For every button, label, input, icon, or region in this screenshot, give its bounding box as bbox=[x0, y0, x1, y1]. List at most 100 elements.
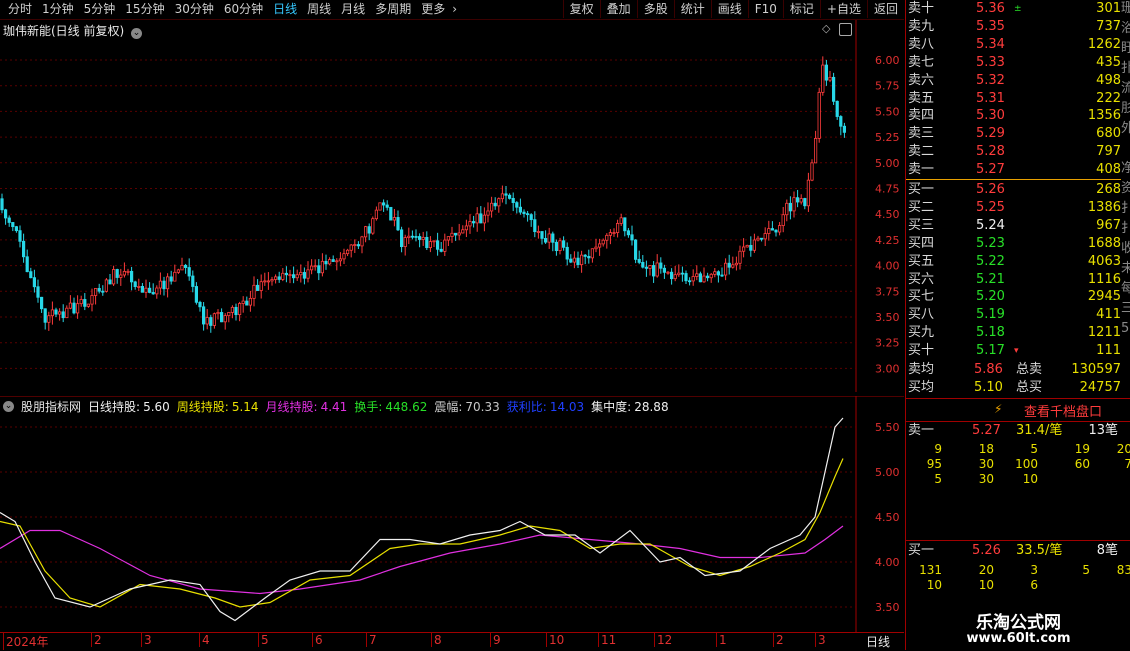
candle-body bbox=[580, 254, 584, 266]
toolbar-button[interactable]: 统计 bbox=[673, 0, 711, 18]
candle-body bbox=[453, 232, 458, 236]
candle-body bbox=[594, 246, 598, 250]
toolbar-button[interactable]: 复权 bbox=[562, 0, 600, 18]
qiandang-bar[interactable]: ⚡ 查看千档盘口 bbox=[906, 398, 1130, 422]
candle-body bbox=[137, 286, 141, 288]
candle-body bbox=[814, 138, 818, 164]
ask-row[interactable]: 卖一 5.27 408 bbox=[906, 161, 1121, 179]
candle-body bbox=[457, 232, 461, 236]
ask-row[interactable]: 卖五 5.31 222 bbox=[906, 90, 1121, 108]
candle-body bbox=[40, 296, 44, 310]
period-tab[interactable]: 更多 bbox=[416, 1, 450, 18]
bid-row[interactable]: 买一 5.26 268 bbox=[906, 181, 1121, 199]
period-selector: 分时 1分钟 5分钟 15分钟 30分钟 60分钟 日线 周线 月线 多周期 更多 › bbox=[3, 1, 459, 18]
ask-row[interactable]: 卖四 5.30 1356 bbox=[906, 107, 1121, 125]
diamond-icon[interactable]: ◇ bbox=[822, 22, 830, 35]
bid-price: 5.25 bbox=[976, 199, 1005, 215]
candle-body bbox=[504, 193, 508, 196]
bid-price: 5.24 bbox=[976, 217, 1005, 233]
period-tab[interactable]: 1分钟 bbox=[37, 1, 79, 18]
order-book-divider bbox=[906, 179, 1121, 180]
toolbar-button[interactable]: 多股 bbox=[636, 0, 674, 18]
bid-row[interactable]: 买八 5.19 411 bbox=[906, 306, 1121, 324]
bid-row[interactable]: 买十 5.17 ▾ 111 bbox=[906, 342, 1121, 360]
bid-volume: 1211 bbox=[1087, 325, 1121, 341]
ask-row[interactable]: 卖七 5.33 435 bbox=[906, 54, 1121, 72]
candle-body bbox=[259, 281, 263, 291]
period-tab[interactable]: 5分钟 bbox=[79, 1, 121, 18]
candle-body bbox=[691, 276, 695, 282]
side-text-column: 珊浴盱扑流肜外净资扌扌收未每三 5 bbox=[1121, 0, 1130, 380]
bid-row[interactable]: 买六 5.21 1116 bbox=[906, 271, 1121, 289]
candle-body bbox=[785, 202, 789, 216]
candle-body bbox=[335, 260, 339, 263]
bid-row[interactable]: 买四 5.23 1688 bbox=[906, 235, 1121, 253]
date-tick-label: 11 bbox=[598, 633, 616, 647]
candle-body bbox=[774, 229, 778, 233]
toolbar-button[interactable]: 画线 bbox=[710, 0, 748, 18]
total-volume: 24757 bbox=[1079, 380, 1121, 395]
date-tick-label: 12 bbox=[654, 633, 672, 647]
period-tab[interactable]: 日线 bbox=[268, 1, 302, 18]
bid-row[interactable]: 买九 5.18 1211 bbox=[906, 324, 1121, 342]
candle-body bbox=[799, 198, 803, 203]
bid-row[interactable]: 买五 5.22 4063 bbox=[906, 253, 1121, 271]
toolbar-button[interactable]: 标记 bbox=[782, 0, 820, 18]
legend-value: 28.88 bbox=[634, 399, 669, 414]
ask-row[interactable]: 卖六 5.32 498 bbox=[906, 72, 1121, 90]
chevron-down-icon[interactable]: ⌄ bbox=[3, 400, 14, 412]
toolbar-button[interactable]: +自选 bbox=[819, 0, 867, 18]
candle-body bbox=[536, 231, 541, 233]
toolbar-button[interactable]: 叠加 bbox=[599, 0, 637, 18]
bid-volume: 1688 bbox=[1087, 235, 1121, 251]
candle-body bbox=[576, 257, 580, 266]
ask-price: 5.33 bbox=[976, 54, 1005, 70]
bid-row[interactable]: 买三 5.24 967 bbox=[906, 217, 1121, 235]
window-icon[interactable] bbox=[839, 23, 852, 36]
ask-row[interactable]: 卖八 5.34 1262 bbox=[906, 36, 1121, 54]
toolbar-button[interactable]: F10 bbox=[747, 0, 783, 18]
qiandang-sell-tick: 30 bbox=[978, 472, 994, 486]
bid-row[interactable]: 买七 5.20 2945 bbox=[906, 288, 1121, 306]
candle-body bbox=[119, 274, 123, 278]
date-tick-label: 2 bbox=[773, 633, 784, 647]
ask-label: 卖六 bbox=[908, 72, 935, 88]
candle-body bbox=[547, 233, 551, 243]
legend-label: 获利比: bbox=[506, 399, 547, 414]
candle-body bbox=[94, 288, 98, 296]
candle-body bbox=[7, 217, 11, 223]
period-tab[interactable]: 多周期 bbox=[370, 1, 416, 18]
period-tab[interactable]: 30分钟 bbox=[170, 1, 219, 18]
indicator-chart[interactable]: 5.50 5.00 4.50 4.00 3.50 bbox=[0, 396, 904, 632]
candle-body bbox=[612, 232, 616, 234]
chevron-down-icon[interactable]: ⌄ bbox=[131, 28, 143, 39]
candle-body bbox=[590, 248, 595, 259]
period-tab[interactable]: 60分钟 bbox=[219, 1, 268, 18]
ask-row[interactable]: 卖二 5.28 797 bbox=[906, 143, 1121, 161]
candlestick-chart[interactable]: 6.00 5.75 5.50 5.25 5.00 4.75 4.50 4.25 4.00 3.75… bbox=[0, 20, 904, 392]
period-tab[interactable]: 分时 bbox=[3, 1, 37, 18]
bid-row[interactable]: 买二 5.25 1386 bbox=[906, 199, 1121, 217]
ask-price: 5.34 bbox=[976, 36, 1005, 52]
ask-row[interactable]: 卖十 5.36 ±301 bbox=[906, 0, 1121, 18]
candle-body bbox=[126, 270, 130, 273]
ask-price: 5.31 bbox=[976, 90, 1005, 106]
candle-body bbox=[360, 236, 364, 247]
ask-row[interactable]: 卖三 5.29 680 bbox=[906, 125, 1121, 143]
period-tab[interactable]: 周线 bbox=[302, 1, 336, 18]
bid-price: 5.19 bbox=[976, 307, 1005, 323]
ask-volume: 1262 bbox=[1087, 36, 1121, 52]
period-tab[interactable]: 月线 bbox=[336, 1, 370, 18]
ask-row[interactable]: 卖九 5.35 737 bbox=[906, 18, 1121, 36]
side-text-char: 资 bbox=[1121, 181, 1130, 196]
price-tick-label: 5.25 bbox=[875, 131, 900, 144]
legend-value: 448.62 bbox=[385, 399, 428, 414]
period-tab[interactable]: 15分钟 bbox=[120, 1, 169, 18]
candle-body bbox=[450, 232, 454, 237]
ask-volume: 435 bbox=[1096, 54, 1121, 70]
ask-label: 卖二 bbox=[908, 144, 935, 160]
toolbar-button[interactable]: 返回 bbox=[866, 0, 904, 18]
watermark-title: 乐淘公式网 bbox=[976, 613, 1061, 633]
qiandang-button[interactable]: 查看千档盘口 bbox=[1024, 401, 1102, 420]
chevron-right-icon[interactable]: › bbox=[450, 1, 459, 18]
